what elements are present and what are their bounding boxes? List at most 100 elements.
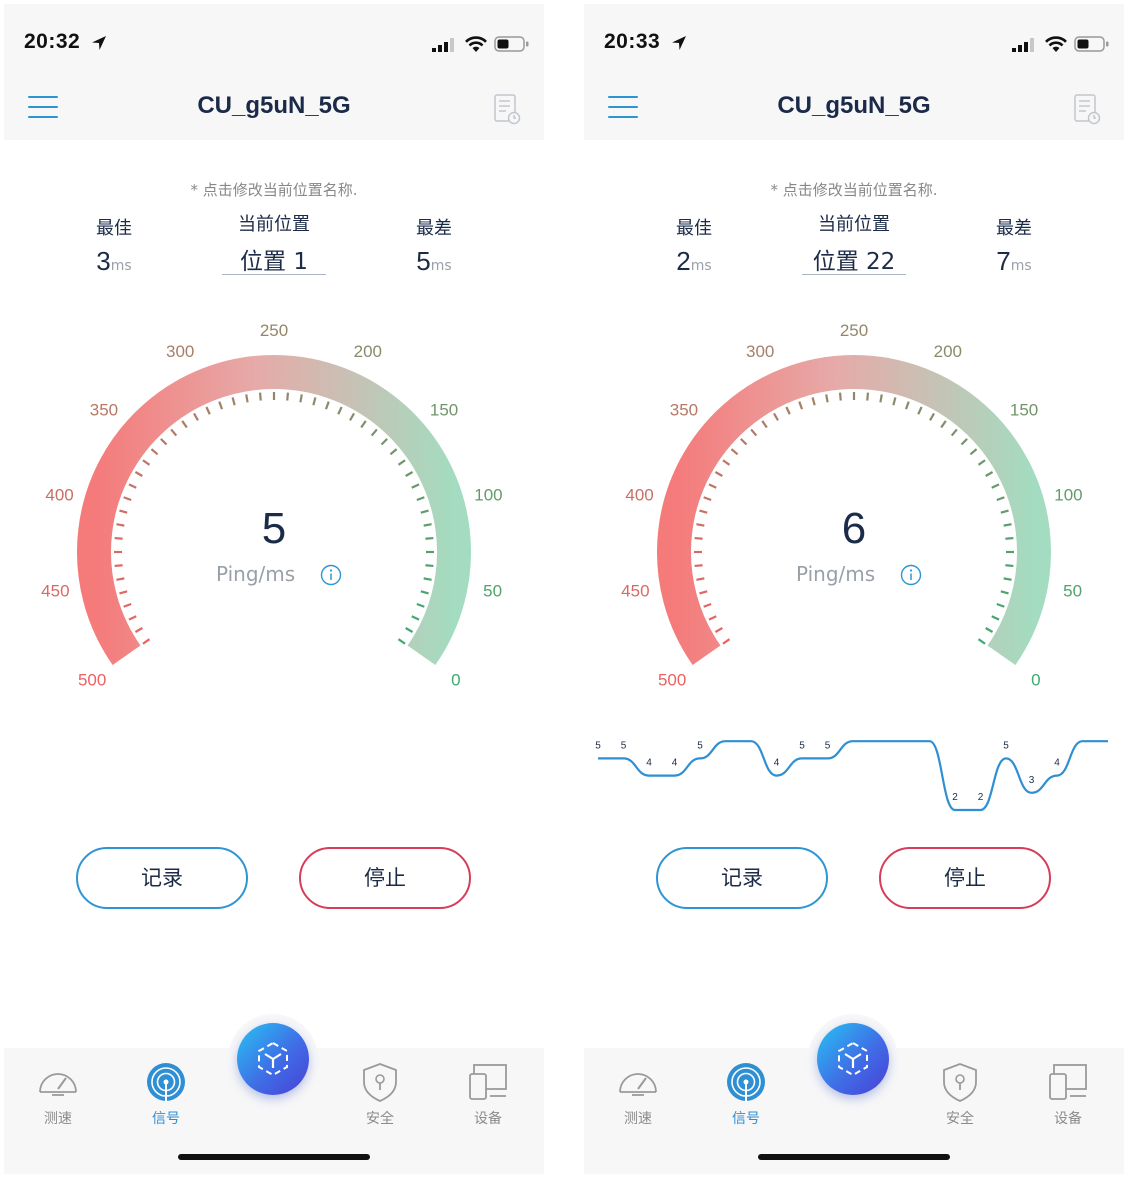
- speedometer-icon: [39, 1073, 77, 1096]
- record-button[interactable]: 记录: [76, 847, 248, 909]
- worst-stat: 最差 5ms: [374, 214, 494, 277]
- gauge-tick: [929, 412, 935, 421]
- history-point-label: 6: [723, 732, 729, 734]
- worst-value: 7: [996, 246, 1011, 276]
- gauge-tick: [119, 590, 128, 595]
- gauge-scale-label: 400: [625, 486, 653, 505]
- best-stat: 最佳 3ms: [54, 214, 174, 277]
- tab-speed-test[interactable]: 测速: [598, 1062, 678, 1128]
- gauge-tick: [750, 428, 758, 437]
- gauge-tick: [405, 627, 414, 633]
- gauge-tick: [904, 401, 910, 410]
- network-title: CU_g5uN_5G: [777, 92, 931, 119]
- gauge-tick: [370, 428, 378, 437]
- gauge-scale-label: 500: [78, 670, 106, 689]
- gauge-tick: [397, 459, 406, 466]
- stop-button[interactable]: 停止: [299, 847, 471, 909]
- gauge-tick: [150, 448, 159, 456]
- info-icon[interactable]: [320, 564, 342, 586]
- gauge-tick: [123, 496, 132, 502]
- history-point-label: 6: [901, 732, 907, 734]
- center-action-button[interactable]: [817, 1023, 889, 1095]
- gauge-tick: [245, 394, 249, 403]
- gauge-tick: [416, 602, 425, 608]
- gauge-tick: [205, 406, 211, 415]
- tab-devices[interactable]: 设备: [1028, 1062, 1108, 1128]
- gauge-tick: [879, 394, 883, 403]
- gauge-tick: [985, 627, 994, 633]
- current-location-name[interactable]: 位置 22: [794, 242, 914, 282]
- tab-signal[interactable]: 信号: [126, 1062, 206, 1128]
- gauge-tick: [423, 577, 432, 581]
- tab-devices-label: 设备: [474, 1111, 502, 1127]
- tab-signal-label: 信号: [152, 1111, 180, 1127]
- history-point-label: 5: [621, 740, 627, 751]
- best-label: 最佳: [676, 218, 712, 239]
- gauge-tick: [699, 590, 708, 595]
- speedometer-icon: [619, 1073, 657, 1096]
- gauge-scale-label: 350: [670, 400, 698, 419]
- gauge-tick: [312, 397, 317, 406]
- tab-security[interactable]: 安全: [920, 1062, 1000, 1128]
- gauge-tick: [917, 406, 923, 415]
- gauge-tick: [977, 638, 986, 645]
- tab-devices-label: 设备: [1054, 1111, 1082, 1127]
- ping-history-chart: 5 5 4 4 5 6 6 4 5 5 6 6 6 6 2 2 5 3 4 6 6: [595, 732, 1111, 812]
- gauge-tick: [397, 638, 406, 645]
- gauge-tick: [416, 496, 425, 502]
- tab-devices[interactable]: 设备: [448, 1062, 528, 1128]
- center-action-button[interactable]: [237, 1023, 309, 1095]
- tab-speed-test[interactable]: 测速: [18, 1062, 98, 1128]
- history-point-label: 2: [978, 792, 984, 803]
- current-location-name[interactable]: 位置 1: [214, 242, 334, 282]
- history-point-label: 6: [876, 732, 882, 734]
- history-point-label: 6: [927, 732, 933, 734]
- header: 20:32 CU_g5uN_5G: [4, 4, 544, 140]
- status-time: 20:32: [24, 30, 81, 53]
- signal-icon: [147, 1063, 185, 1101]
- gauge-tick: [160, 438, 168, 446]
- tab-security-label: 安全: [366, 1111, 394, 1127]
- gauge-tick: [811, 397, 816, 406]
- gauge-tick: [703, 602, 712, 608]
- rename-hint: * 点击修改当前位置名称.: [770, 181, 938, 199]
- gauge-tick: [696, 577, 705, 581]
- history-point-label: 5: [799, 740, 805, 751]
- gauge-tick: [114, 564, 123, 568]
- current-location[interactable]: 当前位置 位置 22: [794, 210, 914, 282]
- report-icon[interactable]: [494, 94, 522, 126]
- history-point-label: 4: [1054, 758, 1060, 769]
- tab-security[interactable]: 安全: [340, 1062, 420, 1128]
- network-title: CU_g5uN_5G: [197, 92, 351, 119]
- tab-signal[interactable]: 信号: [706, 1062, 786, 1128]
- record-button[interactable]: 记录: [656, 847, 828, 909]
- devices-icon: [1049, 1064, 1087, 1100]
- gauge-tick: [714, 627, 723, 633]
- ping-reading: 5: [261, 504, 287, 553]
- gauge-tick: [193, 412, 199, 421]
- history-point-label: 3: [1029, 775, 1035, 786]
- stop-button[interactable]: 停止: [879, 847, 1051, 909]
- gauge-tick: [773, 412, 779, 421]
- history-point-label: 5: [595, 740, 601, 751]
- gauge-scale-label: 150: [1010, 400, 1038, 419]
- history-point-label: 2: [952, 792, 958, 803]
- report-icon[interactable]: [1074, 94, 1102, 126]
- gauge-tick: [740, 438, 748, 446]
- gauge-scale-label: 100: [1054, 486, 1082, 505]
- gauge-scale-label: 200: [354, 342, 382, 361]
- gauge-tick: [703, 496, 712, 502]
- gauge-tick: [128, 615, 137, 621]
- gauge-tick: [1005, 564, 1014, 568]
- history-point-label: 4: [646, 758, 652, 769]
- gauge-tick: [996, 602, 1005, 608]
- cellular-signal-icon: [1012, 38, 1034, 52]
- gauge-tick: [360, 420, 367, 429]
- gauge-scale-label: 300: [746, 342, 774, 361]
- signal-icon: [727, 1063, 765, 1101]
- best-unit: ms: [110, 258, 132, 274]
- info-icon[interactable]: [900, 564, 922, 586]
- gauge-tick: [299, 394, 303, 403]
- current-location[interactable]: 当前位置 位置 1: [214, 210, 334, 282]
- gauge-tick: [722, 459, 731, 466]
